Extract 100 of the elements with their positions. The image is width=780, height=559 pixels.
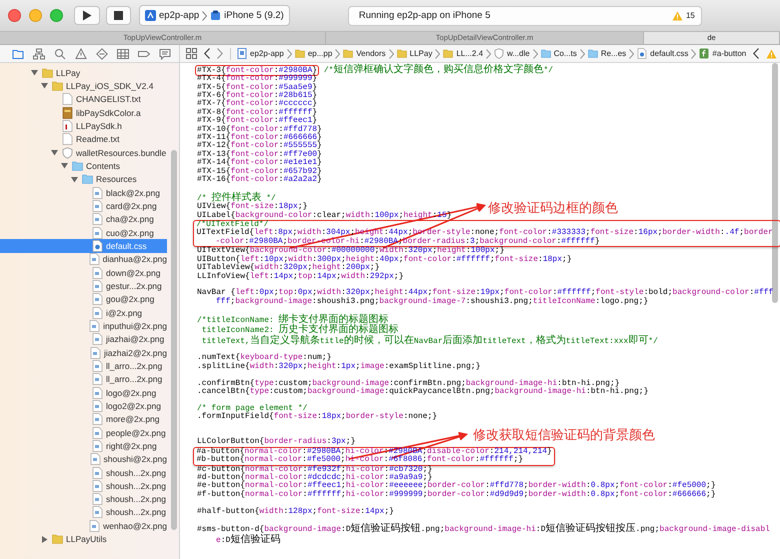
navigator-item[interactable]: i@2x.png — [0, 306, 167, 320]
disclosure-triangle-icon[interactable] — [31, 69, 38, 76]
navigator-item[interactable]: jiazhai2@2x.png — [0, 346, 167, 360]
navigator-item[interactable]: ll_arro...2x.png — [0, 372, 167, 386]
test-navigator-tab[interactable] — [96, 48, 108, 60]
navigator-item[interactable]: shoush...2x.png — [0, 492, 167, 506]
run-button[interactable] — [74, 6, 100, 25]
code-comment: /* form page element */ — [197, 404, 308, 413]
code-line: #TX-14{font-color:#e1e1e1} — [197, 159, 322, 168]
disclosure-triangle-icon[interactable] — [71, 176, 78, 183]
navigator-item[interactable]: black@2x.png — [0, 186, 167, 200]
navigator-item[interactable]: inputhui@2x.png — [0, 319, 167, 333]
path-control-item[interactable]: ep2p-app — [237, 48, 284, 59]
device-name: iPhone 5 (9.2) — [224, 10, 284, 21]
path-control-item[interactable]: Vendors — [343, 48, 386, 59]
warning-navigator-tab[interactable] — [75, 48, 87, 60]
code-line: #half-button{width:128px;font-size:14px;} — [197, 508, 394, 516]
image-file-icon — [92, 266, 103, 279]
annotation-label: 修改验证码边框的颜色 — [488, 200, 618, 215]
navigator-item[interactable]: shoushi@2x.png — [0, 452, 167, 466]
folder-icon — [52, 533, 63, 546]
navigator-item[interactable]: Resources — [0, 172, 167, 186]
code-line: #b-button{normal-color:#fe5000;hi-color:#6f8086;font-color:#ffffff;} — [196, 456, 524, 465]
grid-icon[interactable] — [186, 48, 197, 59]
back-icon[interactable] — [753, 48, 760, 59]
disclosure-triangle-icon[interactable] — [41, 536, 48, 543]
document-icon — [92, 240, 103, 252]
navigator-item[interactable]: wenhao@2x.png — [0, 519, 167, 532]
navigator-item[interactable]: gestur...2x.png — [0, 279, 167, 293]
navigator-item[interactable]: people@2x.png — [0, 426, 167, 440]
navigator-item[interactable]: cuo@2x.png — [0, 226, 167, 240]
search-navigator-tab[interactable] — [54, 48, 66, 60]
folder-icon — [42, 66, 53, 79]
path-control-item[interactable]: LL...2.4 — [443, 48, 484, 59]
navigator-item[interactable]: ll_arro...2x.png — [0, 359, 167, 373]
path-control-item[interactable]: ep...pp — [294, 48, 332, 59]
scheme-selector[interactable]: ep2p-app iPhone 5 (9.2) — [139, 5, 290, 26]
navigator-item[interactable]: dianhua@2x.png — [0, 252, 167, 266]
image-file-icon — [92, 200, 103, 212]
image-file-icon — [92, 373, 103, 386]
chevron-icon — [335, 48, 340, 58]
path-control-item[interactable]: #a-button — [699, 48, 746, 59]
navigator-item[interactable]: Readme.txt — [0, 132, 167, 146]
code-line: #TX-6{font-color:#28b615} — [197, 92, 318, 100]
path-control-item[interactable]: Co...ts — [540, 48, 577, 59]
disclosure-triangle-icon[interactable] — [51, 149, 58, 156]
navigator-item[interactable]: shoush...2x.png — [0, 506, 167, 520]
code-line: #TX-11{font-color:#666666} — [197, 134, 322, 142]
disclosure-triangle-icon[interactable] — [41, 82, 48, 90]
navigator-item[interactable]: jiazhai@2x.png — [0, 332, 167, 346]
scrollbar[interactable] — [171, 150, 177, 530]
close-button[interactable] — [8, 9, 21, 22]
status-text: Running ep2p-app on iPhone 5 — [358, 10, 492, 21]
navigator-item[interactable]: cha@2x.png — [0, 212, 167, 226]
folder-icon — [52, 80, 63, 92]
back-icon[interactable] — [204, 48, 210, 59]
navigator-item[interactable]: logo2@2x.png — [0, 399, 167, 413]
navigator-item[interactable]: CHANGELIST.txt — [0, 92, 167, 106]
disclosure-triangle-icon[interactable] — [61, 162, 68, 170]
chevron-icon — [580, 48, 585, 58]
chevron-icon — [286, 48, 292, 58]
navigator-item[interactable]: LLPay_iOS_SDK_V2.4 — [0, 79, 167, 93]
navigator-item[interactable]: more@2x.png — [0, 412, 167, 426]
navigator-item[interactable]: LLPaySdk.h — [0, 119, 167, 133]
navigator-item[interactable]: libPaySdkColor.a — [0, 106, 167, 120]
report-navigator-tab[interactable] — [159, 48, 171, 60]
scrollbar[interactable] — [772, 63, 778, 303]
navigator-item[interactable]: card@2x.png — [0, 199, 167, 213]
image-file-icon — [88, 253, 100, 266]
path-control-item[interactable]: default.css — [637, 48, 688, 59]
navigator-item[interactable]: LLPayUtils — [0, 532, 167, 546]
play-icon — [82, 10, 92, 21]
warning-icon — [672, 10, 683, 20]
code-line: #f-button{normal-color:#ffffff;hi-color:#999999;border-color:#d9d9d9;border-width:0.8px;font-color:#666666;} — [197, 490, 716, 500]
path-control-item[interactable]: Re...es — [588, 48, 626, 59]
folder-icon — [588, 48, 598, 59]
navigator-item[interactable]: shoush...2x.png — [0, 466, 167, 480]
code-comment: /* 控件样式表 */ — [197, 192, 276, 203]
folder-navigator-tab[interactable] — [12, 48, 24, 60]
scheme-name: ep2p-app — [159, 10, 200, 21]
zoom-button[interactable] — [50, 9, 63, 22]
navigator-item[interactable]: gou@2x.png — [0, 292, 167, 306]
navigator-item[interactable]: walletResources.bundle — [0, 146, 167, 160]
chevron-icon — [435, 48, 440, 58]
image-file-icon — [92, 426, 103, 439]
navigator-item[interactable]: logo@2x.png — [0, 386, 167, 400]
navigator-item[interactable]: LLPay — [0, 66, 167, 80]
debug-navigator-tab[interactable] — [117, 48, 129, 60]
path-control-item[interactable]: w...dle — [494, 48, 530, 59]
navigator-item[interactable]: down@2x.png — [0, 266, 167, 280]
code-line: .numText{keyboard-type:num;} — [197, 354, 332, 362]
code-comment: /*titleIconName: 绑卡支付界面的标题图标 — [197, 314, 389, 325]
navigator-item[interactable]: right@2x.png — [0, 439, 167, 453]
hierarchy-navigator-tab[interactable] — [33, 48, 45, 60]
path-control-item[interactable]: LLPay — [396, 48, 432, 59]
navigator-item[interactable]: shoush...2x.png — [0, 479, 167, 492]
warning-count: 15 — [686, 11, 695, 20]
stop-button[interactable] — [106, 6, 131, 25]
navigator-item[interactable]: Contents — [0, 159, 167, 173]
forward-icon[interactable] — [217, 48, 223, 59]
